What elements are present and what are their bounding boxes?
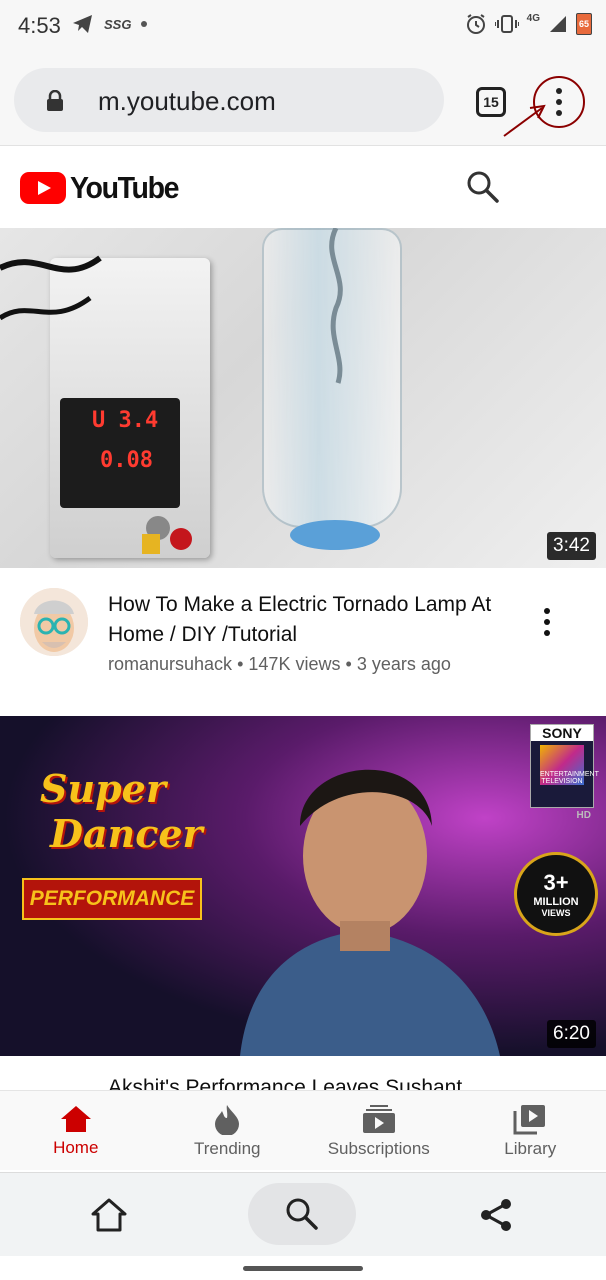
more-dot <box>544 619 550 625</box>
ssg-icon: SSG <box>104 16 132 32</box>
terminal-yellow <box>142 534 160 554</box>
separator: • <box>237 654 244 674</box>
video-thumbnail[interactable]: U 3.4 0.08 3:42 <box>0 228 606 568</box>
url-text: m.youtube.com <box>98 86 276 116</box>
video-more-button[interactable] <box>544 608 550 636</box>
nav-trending[interactable]: Trending <box>152 1091 304 1170</box>
nav-home[interactable]: Home <box>0 1091 152 1170</box>
sony-text: SONY <box>531 725 593 741</box>
super-dancer-logo: Super Dancer <box>40 766 203 876</box>
youtube-header: YouTube <box>0 148 606 228</box>
browser-toolbar: m.youtube.com 15 <box>0 54 606 146</box>
cables-graphic <box>0 255 102 321</box>
nav-subscriptions[interactable]: Subscriptions <box>303 1091 455 1170</box>
video-duration: 3:42 <box>547 532 596 560</box>
menu-dot <box>556 99 562 105</box>
badge-number: 3+ <box>543 870 569 895</box>
status-time: 4:53 <box>18 13 61 38</box>
gesture-bar[interactable] <box>243 1266 363 1271</box>
subscriptions-icon <box>362 1104 395 1133</box>
library-icon <box>513 1104 546 1134</box>
million-views-badge: 3+ MILLION VIEWS <box>514 852 598 936</box>
hd-text: HD <box>576 810 591 821</box>
status-left-icons: SSG <box>72 14 148 34</box>
alarm-icon <box>466 14 485 34</box>
home-icon[interactable] <box>90 1197 128 1233</box>
trending-icon <box>215 1104 240 1135</box>
status-bar: 4:53 SSG 4G 65 <box>0 0 606 54</box>
network-type: 4G <box>526 12 540 24</box>
badge-text: VIEWS <box>541 908 571 918</box>
search-icon[interactable] <box>466 170 500 204</box>
vibrate-icon <box>494 15 519 33</box>
youtube-play-icon <box>20 172 66 204</box>
annotation-arrow-icon <box>503 104 546 137</box>
browser-bottom-toolbar <box>0 1172 606 1256</box>
menu-dot <box>556 110 562 116</box>
display-panel: U 3.4 0.08 <box>60 398 180 508</box>
logo-line: Dancer <box>50 811 203 856</box>
person-graphic <box>240 769 500 1056</box>
battery-icon: 65 <box>576 13 592 35</box>
badge-text: MILLION <box>533 896 579 908</box>
sony-logo: SONY ENTERTAINMENT TELEVISION HD <box>530 724 599 821</box>
display-reading: U 3.4 <box>92 408 159 433</box>
separator: • <box>345 654 352 674</box>
terminal-red <box>170 528 192 550</box>
home-icon <box>60 1105 91 1132</box>
video-duration: 6:20 <box>547 1020 596 1048</box>
more-dot <box>544 630 550 636</box>
logo-line: Super <box>40 766 166 811</box>
nav-label: Library <box>504 1138 557 1158</box>
youtube-bottom-nav: Home Trending Subscriptions Library <box>0 1090 606 1170</box>
channel-avatar[interactable] <box>20 588 88 656</box>
nav-label: Home <box>53 1137 99 1157</box>
video-subtitle: romanursuhack • 147K views • 3 years ago <box>108 654 451 675</box>
signal-icon <box>550 16 566 32</box>
bottle-cap <box>290 520 380 550</box>
video-info: How To Make a Electric Tornado Lamp At H… <box>0 580 606 690</box>
menu-dot <box>556 88 562 94</box>
video-title[interactable]: How To Make a Electric Tornado Lamp At H… <box>108 590 528 650</box>
search-button[interactable] <box>248 1183 356 1245</box>
share-icon[interactable] <box>478 1197 514 1233</box>
more-dot <box>544 608 550 614</box>
youtube-logo-text: YouTube <box>70 170 179 205</box>
avatar-face <box>20 588 88 656</box>
performance-banner: PERFORMANCE <box>22 878 202 920</box>
channel-name[interactable]: romanursuhack <box>108 654 232 674</box>
telegram-icon <box>73 15 92 33</box>
nav-label: Trending <box>194 1138 261 1158</box>
vortex-graphic <box>329 228 343 384</box>
search-icon <box>286 1198 318 1230</box>
address-bar[interactable]: m.youtube.com <box>14 68 444 132</box>
display-reading: 0.08 <box>100 448 153 473</box>
notification-dot <box>141 21 148 27</box>
set-logo: ENTERTAINMENT TELEVISION <box>540 745 599 785</box>
video-thumbnail[interactable]: Super Dancer PERFORMANCE SONY ENTERTAINM… <box>0 716 606 1056</box>
youtube-logo[interactable]: YouTube <box>20 170 188 206</box>
nav-label: Subscriptions <box>327 1138 430 1158</box>
lock-icon <box>47 90 63 111</box>
video-age: 3 years ago <box>356 654 451 674</box>
view-count: 147K views <box>248 654 341 674</box>
nav-library[interactable]: Library <box>455 1091 606 1170</box>
status-right-icons: 4G 65 <box>465 13 592 35</box>
